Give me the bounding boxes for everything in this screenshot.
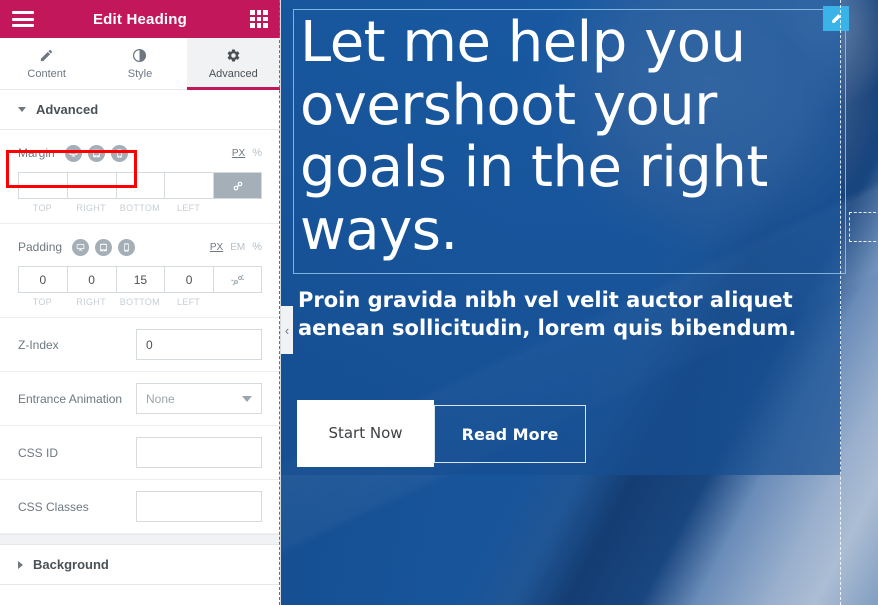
tab-advanced[interactable]: Advanced (186, 38, 280, 90)
padding-right-caption: RIGHT (76, 297, 106, 307)
margin-bottom-input[interactable] (115, 172, 165, 199)
mobile-icon[interactable] (118, 238, 136, 256)
chevron-down-icon (18, 107, 26, 112)
padding-left: LEFT (164, 266, 213, 307)
contrast-icon (132, 47, 147, 64)
tab-content[interactable]: Content (0, 38, 94, 89)
heading-widget[interactable]: Let me help you overshoot your goals in … (293, 6, 849, 274)
css-classes-row: CSS Classes (0, 480, 280, 534)
padding-top-caption: TOP (32, 297, 52, 307)
panel-tabs: Content Style Advanced (0, 38, 280, 90)
margin-control: Margin PX % TOP RIGHT BOTTOM LEFT (0, 130, 280, 224)
elementor-editor: Edit Heading Content Style Advanced Adva… (0, 0, 878, 605)
padding-right: RIGHT (66, 266, 116, 307)
padding-control-header: Padding PX EM % (18, 236, 262, 258)
margin-top-input[interactable] (18, 172, 67, 199)
margin-unit-px[interactable]: PX (232, 148, 245, 159)
chevron-right-icon (18, 560, 23, 569)
css-id-row: CSS ID (0, 426, 280, 480)
panel-collapse-toggle[interactable]: ‹ (281, 306, 293, 354)
margin-device-switcher (64, 144, 128, 162)
padding-unlink-icon[interactable] (213, 266, 262, 293)
tab-style-label: Style (127, 68, 153, 80)
css-classes-control (136, 491, 262, 522)
padding-unit-percent[interactable]: % (252, 241, 262, 253)
desktop-icon[interactable] (72, 238, 90, 256)
pencil-edit-icon[interactable] (823, 6, 849, 31)
mobile-icon[interactable] (110, 144, 128, 162)
padding-left-caption: LEFT (177, 297, 201, 307)
css-id-input[interactable] (136, 437, 262, 468)
entrance-animation-control: None (136, 383, 262, 414)
margin-inputs: TOP RIGHT BOTTOM LEFT (18, 172, 262, 213)
entrance-animation-select[interactable]: None (136, 383, 262, 414)
hero-button-row: Start Now Read More (297, 400, 586, 467)
margin-unit-percent[interactable]: % (252, 147, 262, 159)
margin-left: LEFT (164, 172, 213, 213)
margin-right-input[interactable] (66, 172, 116, 199)
tab-content-label: Content (27, 68, 66, 80)
margin-right: RIGHT (66, 172, 116, 213)
tab-advanced-label: Advanced (208, 68, 258, 80)
margin-top: TOP (18, 172, 67, 213)
preview-canvas: Let me help you overshoot your goals in … (281, 0, 878, 605)
padding-unit-em[interactable]: EM (230, 242, 245, 253)
padding-inputs: TOP RIGHT BOTTOM LEFT (18, 266, 262, 307)
panel-header: Edit Heading (0, 0, 280, 38)
z-index-label: Z-Index (18, 337, 59, 352)
margin-control-header: Margin PX % (18, 142, 262, 164)
padding-left-input[interactable] (164, 266, 213, 293)
start-now-button[interactable]: Start Now (297, 400, 434, 467)
section-background-label: Background (33, 557, 109, 572)
desktop-icon[interactable] (64, 144, 82, 162)
tablet-icon[interactable] (95, 238, 113, 256)
section-background[interactable]: Background (0, 545, 280, 585)
panel-title: Edit Heading (92, 10, 188, 28)
entrance-animation-row: Entrance Animation None (0, 372, 280, 426)
padding-top: TOP (18, 266, 67, 307)
margin-top-caption: TOP (32, 203, 52, 213)
margin-left-input[interactable] (164, 172, 213, 199)
margin-label: Margin (18, 146, 55, 160)
css-id-label: CSS ID (18, 445, 59, 460)
padding-label: Padding (18, 240, 63, 254)
margin-right-caption: RIGHT (76, 203, 106, 213)
entrance-animation-value: None (146, 391, 175, 406)
padding-bottom-input[interactable] (115, 266, 165, 293)
css-classes-input[interactable] (136, 491, 262, 522)
css-classes-label: CSS Classes (18, 499, 89, 514)
settings-panel: Edit Heading Content Style Advanced Adva… (0, 0, 281, 605)
padding-units: PX EM % (210, 241, 262, 253)
tablet-icon[interactable] (87, 144, 105, 162)
section-advanced[interactable]: Advanced (0, 90, 280, 130)
chevron-down-icon (242, 395, 252, 402)
margin-units: PX % (232, 147, 262, 159)
z-index-row: Z-Index (0, 318, 280, 372)
tab-style[interactable]: Style (93, 38, 187, 89)
margin-left-caption: LEFT (177, 203, 201, 213)
section-advanced-label: Advanced (36, 102, 99, 117)
hero-subtitle: Proin gravida nibh vel velit auctor aliq… (298, 288, 797, 341)
padding-bottom-caption: BOTTOM (119, 297, 160, 307)
padding-bottom: BOTTOM (115, 266, 165, 307)
z-index-input[interactable] (136, 329, 262, 360)
padding-right-input[interactable] (66, 266, 116, 293)
entrance-animation-label: Entrance Animation (18, 391, 123, 406)
padding-device-switcher (72, 238, 136, 256)
z-index-control (136, 329, 262, 360)
hero-heading: Let me help you overshoot your goals in … (300, 10, 768, 264)
padding-top-input[interactable] (18, 266, 67, 293)
css-id-control (136, 437, 262, 468)
read-more-button[interactable]: Read More (434, 405, 586, 463)
padding-control: Padding PX EM % 0 TOP 0 RIGHT 15 BOTTOM … (0, 224, 280, 318)
hamburger-icon[interactable] (12, 11, 34, 27)
section-divider (0, 534, 280, 545)
pencil-icon (39, 47, 54, 64)
padding-unit-px[interactable]: PX (210, 242, 223, 253)
gear-icon (226, 47, 241, 64)
margin-link-icon[interactable] (213, 172, 262, 199)
margin-bottom: BOTTOM (115, 172, 165, 213)
grid-icon[interactable] (250, 10, 268, 28)
margin-bottom-caption: BOTTOM (119, 203, 160, 213)
